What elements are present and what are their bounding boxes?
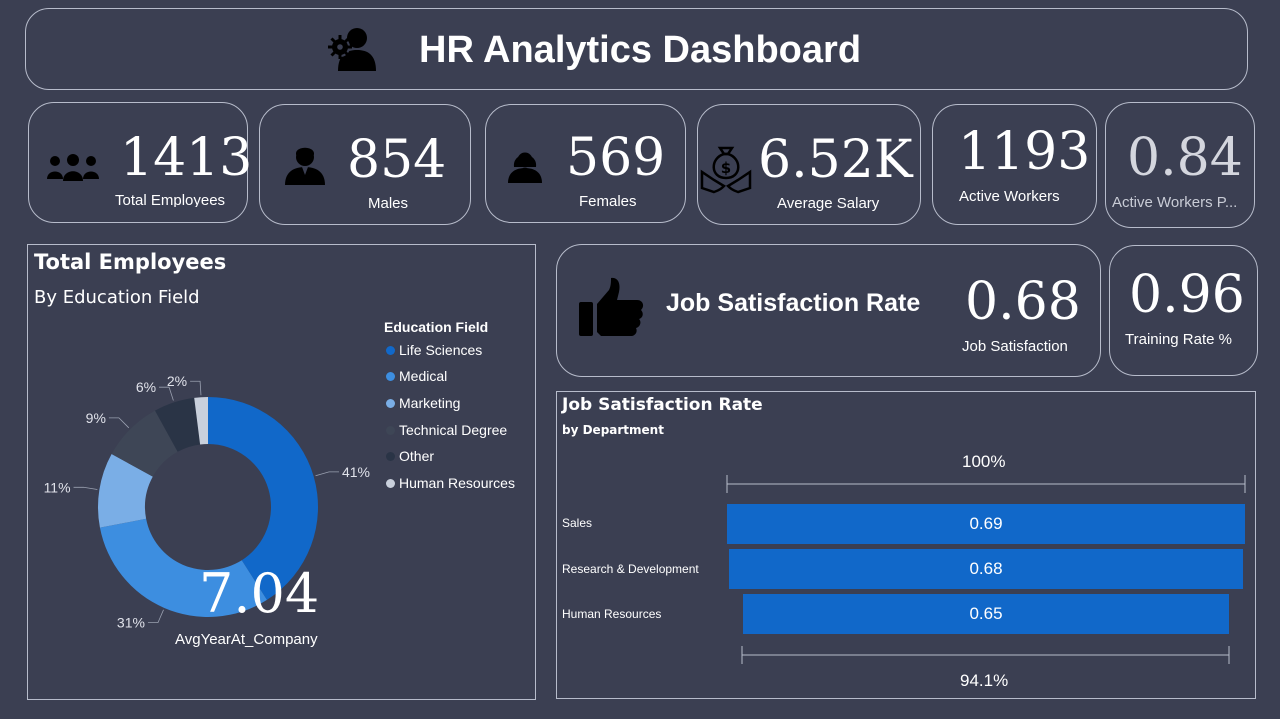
donut-percent-label: 6%	[136, 379, 156, 395]
top-reference-bracket	[726, 475, 1246, 493]
legend-item-human-resources[interactable]: Human Resources	[386, 475, 515, 491]
legend-dot-icon	[386, 372, 395, 381]
bar-panel-subtitle: by Department	[562, 423, 664, 437]
legend-label: Human Resources	[399, 475, 515, 491]
donut-panel-title: Total Employees	[34, 250, 227, 274]
kpi-value-average-salary: 6.52K	[758, 130, 913, 190]
female-avatar-icon	[508, 152, 542, 183]
donut-leader-line	[315, 471, 339, 477]
bar-label-sales: Sales	[562, 516, 593, 530]
svg-text:$: $	[721, 159, 731, 177]
job-satisfaction-label: Job Satisfaction	[962, 338, 1068, 355]
donut-leader-line	[190, 380, 202, 396]
bar-panel-title: Job Satisfaction Rate	[562, 395, 763, 415]
kpi-value-total-employees: 1413	[120, 128, 253, 188]
legend-item-medical[interactable]: Medical	[386, 368, 447, 384]
people-group-icon	[47, 154, 99, 181]
bar-label-research-development: Research & Development	[562, 562, 699, 576]
legend-label: Marketing	[399, 395, 461, 411]
legend-title: Education Field	[384, 319, 489, 335]
top-reference-label: 100%	[962, 452, 1006, 471]
male-avatar-icon	[285, 147, 325, 185]
bottom-reference-bracket	[741, 646, 1230, 664]
job-satisfaction-card-title: Job Satisfaction Rate	[666, 289, 921, 317]
donut-center-label: AvgYearAt_Company	[175, 631, 318, 648]
kpi-label-active-workers-pct: Active Workers P...	[1112, 194, 1238, 211]
legend-dot-icon	[386, 426, 395, 435]
kpi-value-active-workers-pct: 0.84	[1127, 128, 1243, 188]
bar-human-resources[interactable]: 0.65	[743, 594, 1229, 634]
donut-percent-label: 9%	[86, 410, 106, 426]
donut-leader-line	[108, 417, 130, 429]
bar-value-label: 0.68	[969, 559, 1003, 578]
donut-percent-label: 11%	[44, 479, 71, 495]
kpi-label-males: Males	[368, 195, 409, 212]
donut-center-value: 7.04	[199, 562, 320, 625]
legend-label: Medical	[399, 368, 448, 384]
bar-value-label: 0.69	[969, 514, 1003, 533]
page-title: HR Analytics Dashboard	[419, 29, 862, 71]
kpi-label-active-workers: Active Workers	[959, 188, 1060, 205]
bar-research-development[interactable]: 0.68	[729, 549, 1243, 589]
bar-sales[interactable]: 0.69	[727, 504, 1245, 544]
legend-label: Technical Degree	[399, 422, 508, 438]
kpi-value-females: 569	[566, 128, 666, 188]
thumbs-up-icon	[579, 277, 644, 336]
bottom-reference-label: 94.1%	[960, 671, 1009, 690]
kpi-value-males: 854	[347, 130, 447, 190]
donut-leader-line	[147, 609, 164, 624]
training-rate-value: 0.96	[1129, 265, 1245, 325]
bar-value-label: 0.65	[969, 604, 1003, 623]
legend-dot-icon	[386, 399, 395, 408]
donut-percent-label: 41%	[342, 464, 370, 480]
legend-item-technical-degree[interactable]: Technical Degree	[386, 422, 507, 438]
legend-item-life-sciences[interactable]: Life Sciences	[386, 342, 482, 358]
legend-label: Other	[399, 448, 435, 464]
training-rate-label: Training Rate %	[1125, 331, 1232, 348]
legend-item-marketing[interactable]: Marketing	[386, 395, 460, 411]
kpi-label-females: Females	[579, 193, 637, 210]
kpi-value-active-workers: 1193	[958, 122, 1091, 182]
legend-label: Life Sciences	[399, 342, 483, 358]
job-satisfaction-value: 0.68	[965, 272, 1081, 332]
donut-percent-label: 31%	[117, 615, 145, 631]
hr-person-gear-icon	[328, 28, 376, 71]
donut-percent-label: 2%	[167, 373, 187, 389]
legend-dot-icon	[386, 452, 395, 461]
bar-label-human-resources: Human Resources	[562, 607, 662, 621]
kpi-label-average-salary: Average Salary	[777, 195, 880, 212]
legend-dot-icon	[386, 346, 395, 355]
legend-item-other[interactable]: Other	[386, 448, 434, 464]
kpi-label-total-employees: Total Employees	[115, 192, 226, 207]
legend-dot-icon	[386, 479, 395, 488]
donut-leader-line	[73, 486, 98, 490]
donut-panel-subtitle: By Education Field	[34, 287, 200, 308]
money-bag-hands-icon: $	[700, 146, 752, 194]
